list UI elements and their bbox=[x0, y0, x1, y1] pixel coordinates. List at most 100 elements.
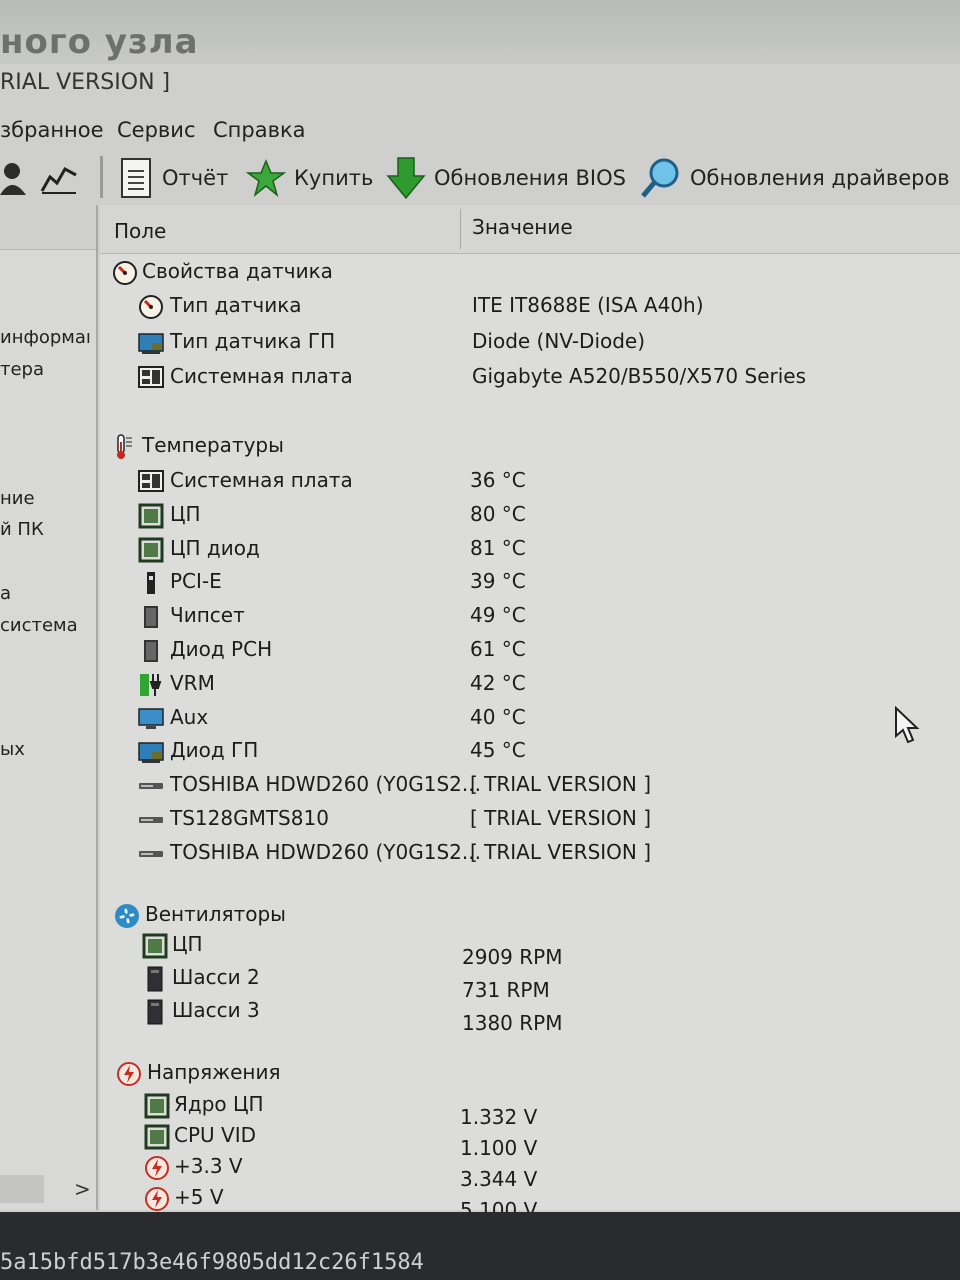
window-subtitle: RIAL VERSION ] bbox=[0, 70, 171, 95]
menu-help[interactable]: Справка bbox=[213, 118, 306, 142]
table-row[interactable]: ЦП bbox=[100, 500, 960, 532]
cpu-icon bbox=[144, 1093, 170, 1119]
table-row[interactable]: +5 V bbox=[100, 1183, 960, 1215]
column-field[interactable]: Поле bbox=[114, 219, 166, 243]
nav-item[interactable]: ых bbox=[0, 739, 25, 760]
field-name: Системная плата bbox=[170, 468, 353, 492]
section-title: Температуры bbox=[142, 433, 284, 457]
table-row[interactable]: Ядро ЦП bbox=[100, 1090, 960, 1122]
column-value[interactable]: Значение bbox=[472, 215, 573, 239]
field-name: Тип датчика ГП bbox=[170, 329, 336, 353]
nav-item[interactable]: ние bbox=[0, 488, 35, 509]
pcie-icon bbox=[138, 570, 164, 596]
field-name: Тип датчика bbox=[170, 293, 302, 317]
field-name: +5 V bbox=[174, 1185, 224, 1209]
field-name: TS128GMTS810 bbox=[170, 806, 329, 830]
table-row[interactable]: Тип датчика ГП bbox=[100, 327, 960, 359]
field-name: Ядро ЦП bbox=[174, 1092, 264, 1116]
table-row[interactable]: Тип датчика bbox=[100, 291, 960, 323]
table-row[interactable]: Диод PCH bbox=[100, 635, 960, 667]
navigation-header bbox=[0, 205, 96, 250]
monitor-icon bbox=[138, 706, 164, 732]
buy-button[interactable]: Купить bbox=[246, 158, 373, 198]
vrm-icon bbox=[138, 672, 164, 698]
thermometer-icon bbox=[110, 434, 136, 460]
motherboard-icon bbox=[138, 365, 164, 391]
field-name: ЦП диод bbox=[170, 536, 260, 560]
download-arrow-icon bbox=[386, 157, 426, 200]
horizontal-scrollbar-thumb[interactable] bbox=[0, 1175, 44, 1203]
drive-icon bbox=[138, 773, 164, 799]
table-row[interactable]: CPU VID bbox=[100, 1121, 960, 1153]
field-name: TOSHIBA HDWD260 (Y0G1S2... bbox=[170, 772, 481, 796]
menu-favorites[interactable]: збранное bbox=[0, 118, 104, 142]
chassis-icon bbox=[142, 966, 168, 992]
cpu-icon bbox=[142, 933, 168, 959]
field-name: Шасси 2 bbox=[172, 965, 260, 989]
field-name: Диод PCH bbox=[170, 637, 273, 661]
fan-icon bbox=[114, 903, 140, 929]
scroll-right-icon[interactable]: > bbox=[74, 1177, 91, 1201]
drive-icon bbox=[138, 841, 164, 867]
table-row[interactable]: ЦП bbox=[100, 930, 960, 962]
mouse-cursor-icon bbox=[895, 706, 920, 744]
magnifier-icon bbox=[641, 158, 679, 198]
section-sensor[interactable]: Свойства датчика bbox=[100, 257, 960, 289]
navigation-pane: информаı тера ние й ПК а система ых > bbox=[0, 205, 98, 1210]
report-icon bbox=[121, 158, 151, 198]
section-title: Вентиляторы bbox=[145, 902, 286, 926]
drive-icon bbox=[138, 807, 164, 833]
table-row[interactable]: PCI-E bbox=[100, 567, 960, 599]
cpu-icon bbox=[144, 1124, 170, 1150]
table-row[interactable]: Диод ГП bbox=[100, 736, 960, 768]
cpu-icon bbox=[138, 537, 164, 563]
table-row[interactable]: TOSHIBA HDWD260 (Y0G1S2... bbox=[100, 838, 960, 870]
menu-service[interactable]: Сервис bbox=[117, 118, 195, 142]
window-title: ного узла bbox=[0, 22, 199, 62]
nav-item[interactable]: й ПК bbox=[0, 519, 44, 540]
section-title: Напряжения bbox=[147, 1060, 281, 1084]
section-volts[interactable]: Напряжения bbox=[100, 1058, 960, 1090]
field-name: Шасси 3 bbox=[172, 998, 260, 1022]
table-row[interactable]: Aux bbox=[100, 703, 960, 735]
table-row[interactable]: VRM bbox=[100, 669, 960, 701]
gauge-icon bbox=[112, 260, 138, 286]
table-row[interactable]: +3.3 V bbox=[100, 1152, 960, 1184]
nav-item[interactable]: тера bbox=[0, 359, 44, 380]
buy-label: Купить bbox=[294, 166, 374, 190]
column-header: Поле Значение bbox=[100, 205, 960, 254]
field-name: ЦП bbox=[172, 932, 203, 956]
column-divider[interactable] bbox=[460, 209, 461, 249]
table-row[interactable]: Чипсет bbox=[100, 601, 960, 633]
report-button[interactable]: Отчёт bbox=[120, 158, 228, 198]
field-name: Системная плата bbox=[170, 364, 353, 388]
table-row[interactable]: TOSHIBA HDWD260 (Y0G1S2... bbox=[100, 770, 960, 802]
table-row[interactable]: ЦП диод bbox=[100, 534, 960, 566]
report-label: Отчёт bbox=[162, 166, 229, 190]
field-name: ЦП bbox=[170, 502, 201, 526]
table-row[interactable]: Системная плата bbox=[100, 362, 960, 394]
table-row[interactable]: Шасси 3 bbox=[100, 996, 960, 1028]
chipset-icon bbox=[138, 638, 164, 664]
hash-text: 5a15bfd517b3e46f9805dd12c26f1584 bbox=[0, 1250, 424, 1275]
field-name: PCI-E bbox=[170, 569, 222, 593]
nav-item[interactable]: а bbox=[0, 583, 11, 604]
section-fans[interactable]: Вентиляторы bbox=[100, 900, 960, 932]
nav-item[interactable]: информаı bbox=[0, 327, 91, 348]
bios-updates-button[interactable]: Обновления BIOS bbox=[386, 157, 626, 200]
table-row[interactable]: Шасси 2 bbox=[100, 963, 960, 995]
field-name: Чипсет bbox=[170, 603, 245, 627]
voltage-icon bbox=[116, 1061, 142, 1087]
table-row[interactable]: Системная плата bbox=[100, 466, 960, 498]
nav-item[interactable]: система bbox=[0, 615, 78, 636]
toolbar-actions: Отчёт Купить Обновления BIOS Обновления … bbox=[0, 150, 960, 202]
window-titlebar: ного узла bbox=[0, 0, 960, 64]
table-row[interactable]: TS128GMTS810 bbox=[100, 804, 960, 836]
bottom-panel: 5a15bfd517b3e46f9805dd12c26f1584 bbox=[0, 1212, 960, 1280]
section-temps[interactable]: Температуры bbox=[100, 431, 960, 463]
section-title: Свойства датчика bbox=[142, 259, 333, 283]
motherboard-icon bbox=[138, 469, 164, 495]
driver-updates-label: Обновления драйверов bbox=[690, 166, 950, 190]
chipset-icon bbox=[138, 604, 164, 630]
driver-updates-button[interactable]: Обновления драйверов bbox=[640, 158, 950, 198]
